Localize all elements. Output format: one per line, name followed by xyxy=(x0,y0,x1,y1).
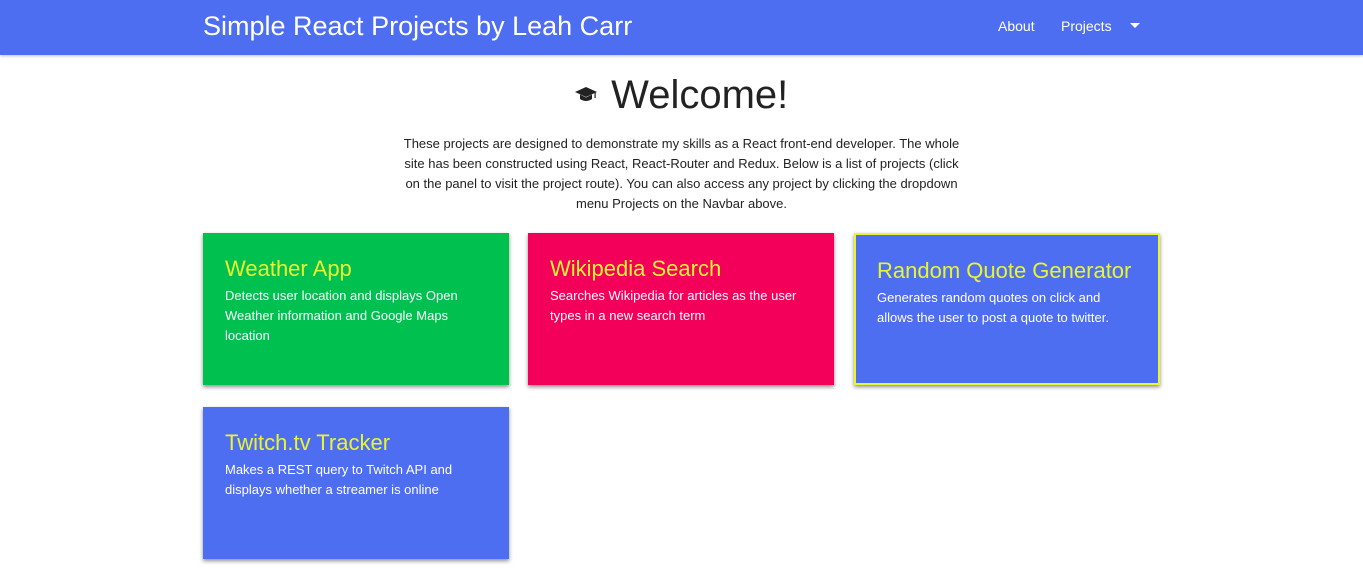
navbar: Simple React Projects by Leah Carr About… xyxy=(0,0,1363,55)
project-card-description: Detects user location and displays Open … xyxy=(225,288,458,343)
project-card-weather[interactable]: Weather App Detects user location and di… xyxy=(203,233,509,385)
project-card-twitch[interactable]: Twitch.tv Tracker Makes a REST query to … xyxy=(203,407,509,559)
graduation-cap-icon xyxy=(574,86,597,108)
project-card-title: Twitch.tv Tracker xyxy=(225,430,391,455)
project-card-title: Weather App xyxy=(225,256,352,281)
welcome-heading: Welcome! xyxy=(0,72,1363,118)
caret-down-icon[interactable] xyxy=(1130,23,1140,28)
project-card-description: Searches Wikipedia for articles as the u… xyxy=(550,288,797,323)
project-card-wikipedia[interactable]: Wikipedia Search Searches Wikipedia for … xyxy=(528,233,834,385)
nav-about-link[interactable]: About xyxy=(998,17,1035,35)
nav-projects-dropdown[interactable]: Projects xyxy=(1061,17,1112,35)
project-card-title: Random Quote Generator xyxy=(877,258,1132,283)
project-card-description: Makes a REST query to Twitch API and dis… xyxy=(225,462,453,497)
intro-text: These projects are designed to demonstra… xyxy=(403,136,960,211)
brand-link[interactable]: Simple React Projects by Leah Carr xyxy=(203,9,632,43)
project-card-title: Wikipedia Search xyxy=(550,256,722,281)
page-title: Welcome! xyxy=(611,73,789,117)
project-card-random-quote[interactable]: Random Quote Generator Generates random … xyxy=(854,233,1160,385)
project-card-description: Generates random quotes on click and all… xyxy=(877,290,1109,325)
